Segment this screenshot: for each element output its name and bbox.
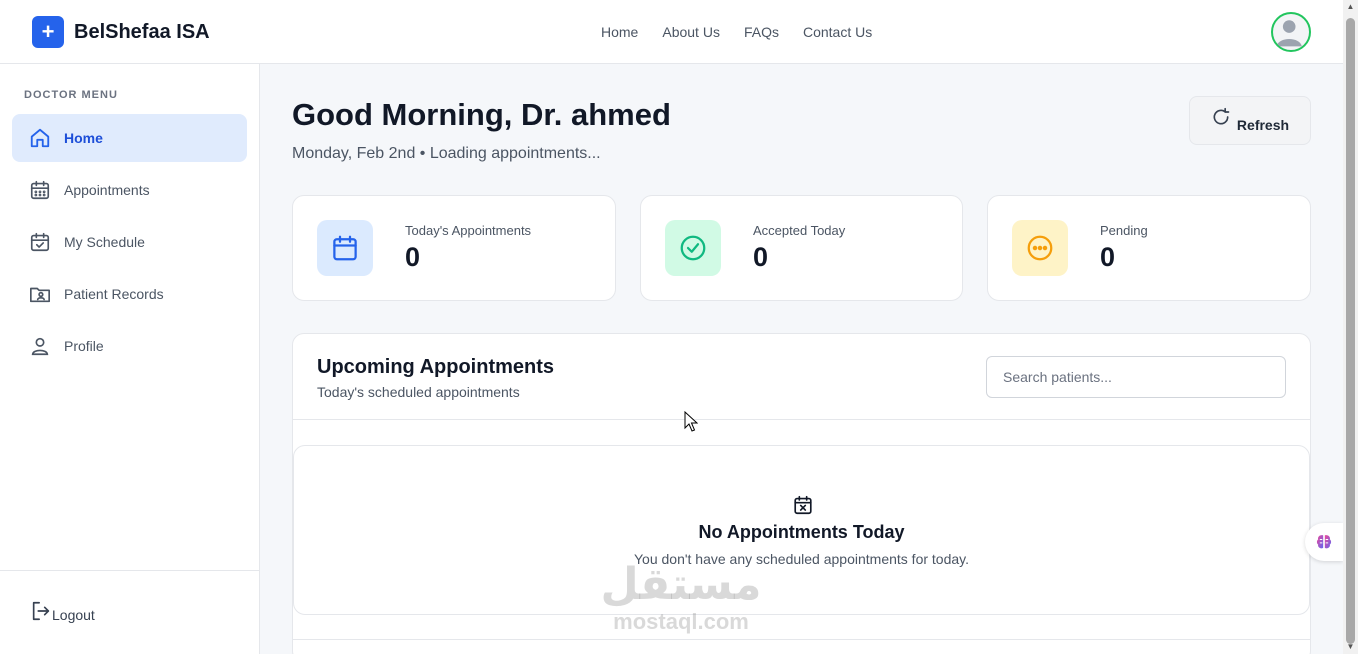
panel-subtitle: Today's scheduled appointments <box>317 384 520 400</box>
scroll-down-arrow-icon[interactable]: ▼ <box>1346 642 1355 652</box>
sidebar-divider <box>0 570 259 571</box>
watermark: مستقل mostaql.com <box>596 560 766 634</box>
scroll-up-arrow-icon[interactable]: ▲ <box>1346 2 1355 12</box>
check-circle-icon <box>680 235 706 261</box>
panel-divider <box>293 419 1310 420</box>
page-title: Good Morning, Dr. ahmed <box>292 97 671 132</box>
logout-label: Logout <box>52 607 95 623</box>
sidebar-item-label: My Schedule <box>64 234 145 250</box>
sidebar-item-my-schedule[interactable]: My Schedule <box>12 218 247 266</box>
user-avatar-icon <box>1276 20 1302 47</box>
upcoming-appointments-panel: Upcoming Appointments Today's scheduled … <box>292 333 1311 654</box>
empty-state: No Appointments Today You don't have any… <box>293 445 1310 615</box>
stat-card-pending: Pending 0 <box>987 195 1311 301</box>
nav-about-link[interactable]: About Us <box>662 24 720 40</box>
page-subtitle: Monday, Feb 2nd • Loading appointments..… <box>292 145 601 162</box>
scrollbar-thumb[interactable] <box>1346 18 1355 644</box>
calendar-icon <box>30 180 50 200</box>
refresh-label: Refresh <box>1236 116 1290 133</box>
watermark-arabic: مستقل <box>600 559 762 610</box>
brand-logo-icon: + <box>32 16 64 48</box>
calendar-x-icon <box>794 495 812 515</box>
user-icon <box>31 337 49 356</box>
stat-value: 0 <box>1100 242 1116 272</box>
nav-contact-link[interactable]: Contact Us <box>803 24 872 40</box>
dots-circle-icon <box>1027 235 1053 261</box>
nav-home-link[interactable]: Home <box>601 24 638 40</box>
sidebar-item-home[interactable]: Home <box>12 114 247 162</box>
calendar-check-icon <box>30 232 50 252</box>
ai-assistant-button[interactable] <box>1305 523 1343 561</box>
nav-faqs-link[interactable]: FAQs <box>744 24 779 40</box>
stat-label: Pending <box>1100 223 1148 238</box>
sidebar-item-appointments[interactable]: Appointments <box>12 166 247 214</box>
watermark-latin: mostaql.com <box>613 609 749 634</box>
sidebar: DOCTOR MENU Home Appointments My Schedul… <box>0 64 260 654</box>
stat-value: 0 <box>405 242 421 272</box>
panel-divider <box>293 639 1310 640</box>
brand[interactable]: + BelShefaa ISA <box>32 16 210 48</box>
brand-name: BelShefaa ISA <box>74 20 210 43</box>
sidebar-item-label: Patient Records <box>64 286 164 302</box>
sidebar-item-label: Home <box>64 130 103 146</box>
calendar-icon <box>333 235 357 261</box>
sidebar-menu: Home Appointments My Schedule Patient Re… <box>12 114 247 374</box>
stat-card-today-appointments: Today's Appointments 0 <box>292 195 616 301</box>
stat-icon-box <box>317 220 373 276</box>
sidebar-item-label: Appointments <box>64 182 150 198</box>
refresh-icon <box>1213 107 1230 125</box>
brain-icon <box>1316 535 1332 549</box>
mouse-cursor-icon <box>684 411 698 432</box>
empty-state-title: No Appointments Today <box>698 522 905 542</box>
top-nav: Home About Us FAQs Contact Us <box>601 24 896 40</box>
page-scrollbar[interactable]: ▲ ▼ <box>1343 0 1358 654</box>
sidebar-item-patient-records[interactable]: Patient Records <box>12 270 247 318</box>
logout-button[interactable]: Logout <box>30 600 95 623</box>
logout-icon <box>32 601 50 621</box>
home-icon <box>30 128 50 148</box>
refresh-button[interactable]: Refresh <box>1189 96 1311 145</box>
sidebar-item-profile[interactable]: Profile <box>12 322 247 370</box>
top-navbar: + BelShefaa ISA Home About Us FAQs Conta… <box>0 0 1343 64</box>
sidebar-item-label: Profile <box>64 338 104 354</box>
stat-label: Accepted Today <box>753 223 846 238</box>
user-avatar[interactable] <box>1271 12 1311 52</box>
empty-state-subtitle: You don't have any scheduled appointment… <box>633 551 970 567</box>
panel-title: Upcoming Appointments <box>317 356 555 378</box>
sidebar-title: DOCTOR MENU <box>24 89 118 101</box>
folder-user-icon <box>30 287 50 303</box>
stat-icon-box <box>1012 220 1068 276</box>
search-patients-input[interactable] <box>986 356 1286 398</box>
stat-label: Today's Appointments <box>405 223 532 238</box>
stat-value: 0 <box>753 242 769 272</box>
stat-card-accepted-today: Accepted Today 0 <box>640 195 963 301</box>
stat-icon-box <box>665 220 721 276</box>
